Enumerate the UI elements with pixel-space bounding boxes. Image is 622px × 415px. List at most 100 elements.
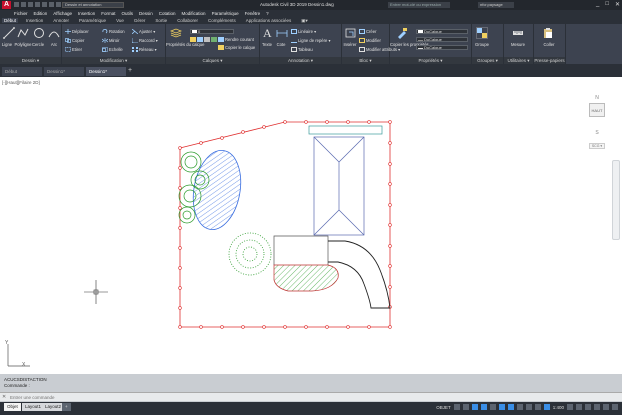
isodraft-icon[interactable]	[489, 404, 496, 410]
doc-tab-dessin1-active[interactable]: Dessin1*	[86, 67, 126, 76]
measure-icon[interactable]	[512, 27, 524, 39]
linear-button[interactable]: Linéaire ▾	[291, 29, 316, 34]
make-current-button[interactable]: Rendre courant	[218, 37, 254, 42]
arc-label[interactable]: Arc	[47, 42, 61, 47]
table-button[interactable]: Tableau	[291, 47, 313, 52]
command-input[interactable]	[10, 394, 310, 401]
paste-icon[interactable]	[542, 27, 554, 39]
workspace-selector[interactable]: Dessin et annotation	[62, 2, 124, 8]
snap-icon[interactable]	[462, 404, 469, 410]
autocad-logo-icon[interactable]: A	[2, 1, 11, 9]
dimension-icon[interactable]	[276, 27, 288, 39]
menu-modification[interactable]: Modification	[182, 11, 206, 16]
group-dessin-label[interactable]: Dessin ▾	[0, 57, 61, 64]
layout-tab-layout1[interactable]: Layout1	[22, 403, 45, 411]
selection-cycling-icon[interactable]	[534, 404, 541, 410]
terrace-rectangle[interactable]	[308, 125, 383, 135]
hardware-acceleration-icon[interactable]	[594, 404, 600, 410]
scale-button[interactable]: Echelle	[102, 47, 123, 52]
group-icon[interactable]	[476, 27, 488, 39]
create-block-button[interactable]: Créer	[359, 29, 376, 34]
trim-button[interactable]: Ajuster ▾	[132, 29, 155, 34]
copy-layer-button[interactable]: Copier le calque	[218, 45, 255, 50]
layer-iso-icon[interactable]	[211, 37, 217, 42]
customization-icon[interactable]	[612, 404, 618, 410]
group-utilitaires-label[interactable]: Utilitaires ▾	[504, 57, 533, 64]
polar-icon[interactable]	[480, 404, 487, 410]
help-search-input[interactable]: Entrer mot-clé ou expression	[388, 2, 450, 8]
leader-button[interactable]: Ligne de repère ▾	[291, 38, 331, 43]
open-file-icon[interactable]	[21, 2, 26, 7]
circle-icon[interactable]	[33, 27, 45, 39]
menu-outils[interactable]: Outils	[122, 11, 134, 16]
save-icon[interactable]	[28, 2, 33, 7]
tab-sortie[interactable]: Sortie	[153, 18, 169, 23]
transparency-icon[interactable]	[525, 404, 532, 410]
paste-label[interactable]: Coller	[538, 42, 560, 47]
drawing-canvas[interactable]: Y X	[0, 77, 622, 374]
menu-dessin[interactable]: Dessin	[139, 11, 153, 16]
lineweight-dropdown[interactable]: DuCalque	[416, 45, 468, 50]
layer-dropdown[interactable]: 0	[190, 29, 234, 34]
annotation-scale[interactable]: 1:400	[553, 405, 564, 410]
close-icon[interactable]: ✕	[615, 1, 620, 8]
viewcube-north[interactable]: N	[583, 95, 611, 101]
arc-icon[interactable]	[48, 27, 60, 39]
command-close-icon[interactable]: ✕	[2, 394, 6, 400]
building-roof[interactable]	[313, 136, 365, 236]
layer-lock-icon[interactable]	[204, 37, 210, 42]
tab-gerer[interactable]: Gérer	[132, 18, 148, 23]
insert-label[interactable]: Insérer	[342, 42, 358, 47]
tab-applications[interactable]: Applications associées	[244, 18, 294, 23]
match-properties-icon[interactable]	[396, 27, 408, 39]
viewport-controls-label[interactable]: [-][Haut][Filaire 2D]	[2, 80, 40, 85]
menu-parametrique[interactable]: Paramétrique	[212, 11, 239, 16]
redo-icon[interactable]	[56, 2, 61, 7]
group-proprietes-label[interactable]: Propriétés ▾	[390, 57, 471, 64]
viewcube[interactable]: N HAUT S SCG ▾	[583, 95, 611, 155]
stretch-button[interactable]: Etirer	[65, 47, 82, 52]
undo-icon[interactable]	[49, 2, 54, 7]
doc-tab-debut[interactable]: Début	[2, 67, 42, 76]
add-layout-button[interactable]: +	[62, 403, 71, 411]
match-properties-label[interactable]: Copier les propriétés	[390, 42, 429, 47]
minimize-icon[interactable]: _	[596, 1, 599, 8]
menu-help[interactable]: ?	[266, 11, 269, 16]
dimension-label[interactable]: Cote	[274, 42, 288, 47]
tab-insertion[interactable]: Insertion	[24, 18, 45, 23]
layer-properties-icon[interactable]	[170, 27, 182, 39]
rotate-button[interactable]: Rotation	[102, 29, 125, 34]
user-account[interactable]: nfcr.paysage	[478, 2, 514, 8]
save-as-icon[interactable]	[35, 2, 40, 7]
menu-insertion[interactable]: Insertion	[78, 11, 95, 16]
menu-cotation[interactable]: Cotation	[159, 11, 176, 16]
clean-screen-icon[interactable]	[603, 404, 609, 410]
move-button[interactable]: Déplacer	[65, 29, 89, 34]
layer-properties-label[interactable]: Propriétés du calque	[166, 42, 204, 47]
array-button[interactable]: Réseau ▾	[132, 47, 157, 52]
navigation-bar[interactable]	[612, 160, 620, 240]
menu-edition[interactable]: Edition	[34, 11, 48, 16]
lawn-hatch[interactable]	[273, 264, 339, 292]
group-bloc-label[interactable]: Bloc ▾	[342, 57, 389, 64]
object-snap-icon[interactable]	[507, 404, 514, 410]
tab-vue[interactable]: Vue	[114, 18, 126, 23]
layer-on-icon[interactable]	[190, 37, 196, 42]
ortho-icon[interactable]	[471, 404, 478, 410]
tab-complements[interactable]: Compléments	[206, 18, 238, 23]
ribbon-minimize-button[interactable]: ▣▾	[299, 18, 310, 24]
tab-annoter[interactable]: Annoter	[51, 18, 71, 23]
group-groupes-label[interactable]: Groupes ▾	[472, 57, 503, 64]
shrub-cluster[interactable]	[228, 232, 272, 276]
group-label[interactable]: Groupe	[472, 42, 492, 47]
menu-fichier[interactable]: Fichier	[14, 11, 28, 16]
group-calques-label[interactable]: Calques ▾	[166, 57, 259, 64]
polyline-icon[interactable]	[17, 27, 29, 39]
polyline-label[interactable]: Polyligne	[13, 42, 33, 47]
line-icon[interactable]	[3, 27, 15, 39]
color-dropdown[interactable]: DuCalque	[416, 29, 468, 34]
edit-block-button[interactable]: Modifier	[359, 38, 381, 43]
garage-outline[interactable]	[273, 235, 329, 265]
menu-fenetre[interactable]: Fenêtre	[245, 11, 261, 16]
print-icon[interactable]	[42, 2, 47, 7]
